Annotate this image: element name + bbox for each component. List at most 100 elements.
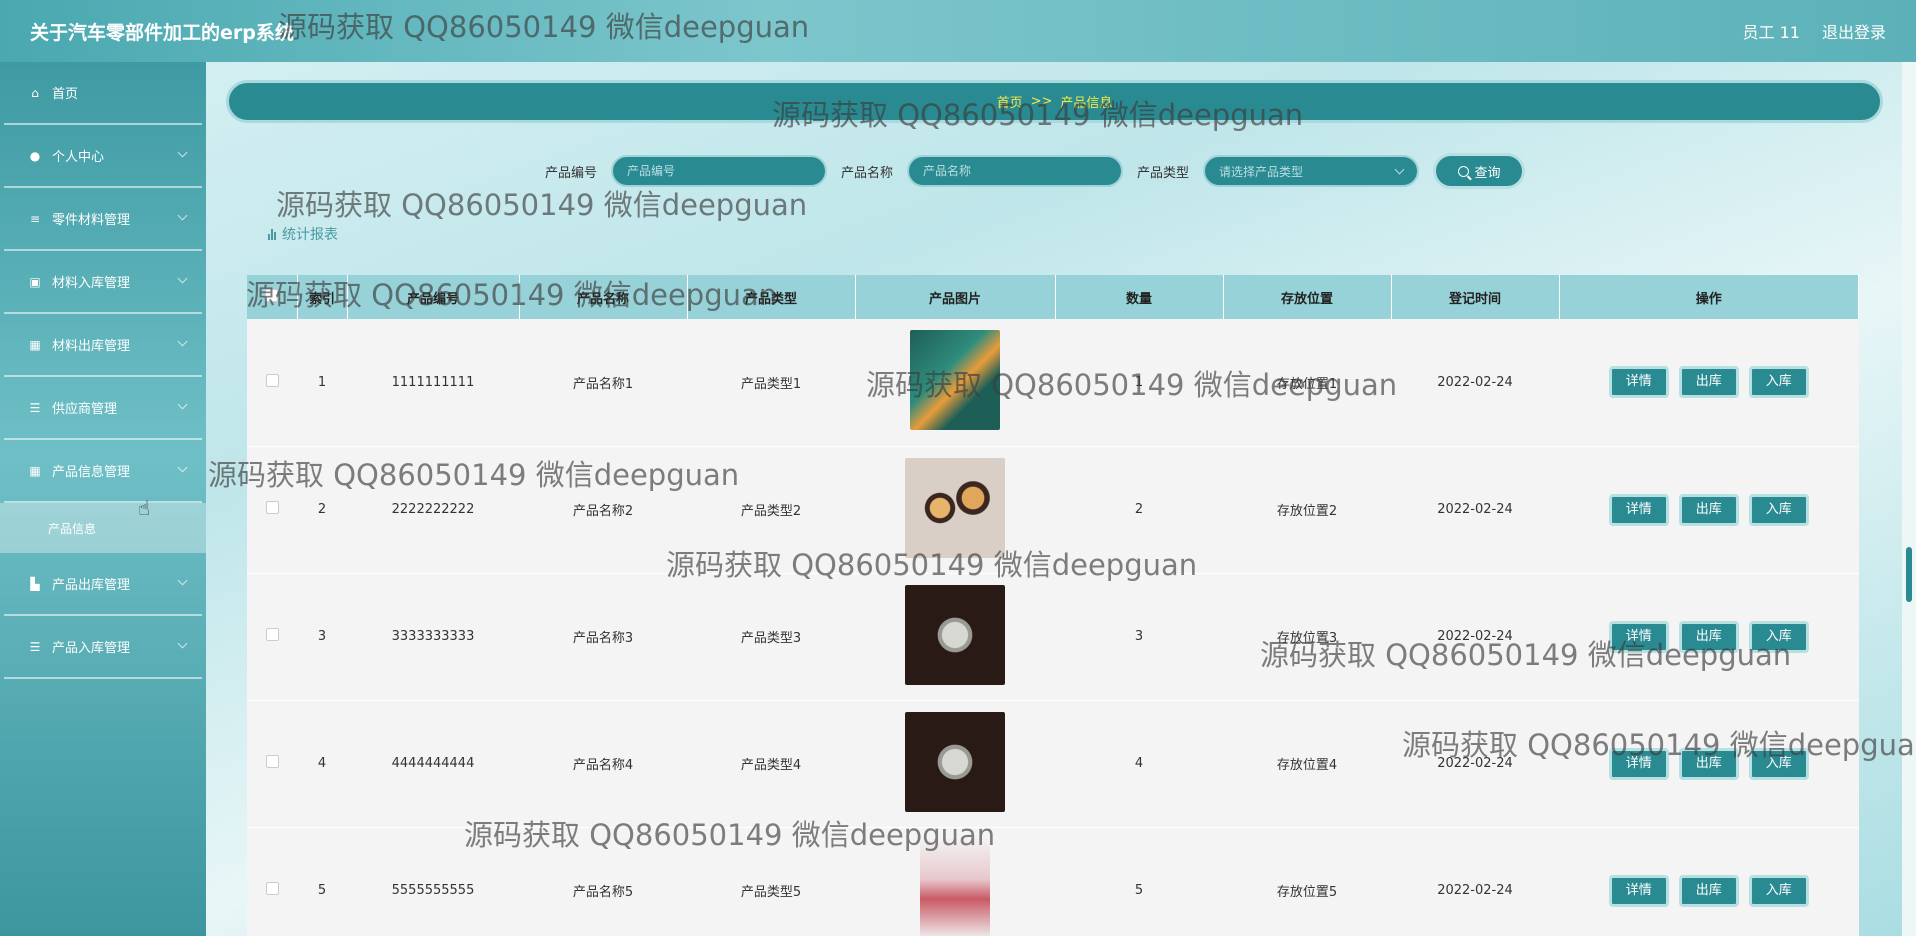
cell-type: 产品类型4 [740, 758, 802, 773]
out-button[interactable]: 出库 [1678, 366, 1739, 399]
table-row: 3 3333333333 产品名称3 产品类型3 3 存放位置3 2022-02… [247, 573, 1859, 700]
sidebar-item-material-in[interactable]: ▣ 材料入库管理 [4, 251, 202, 314]
product-image-watch [905, 584, 1005, 685]
col-type: 产品类型 [687, 275, 856, 319]
cell-date: 2022-02-24 [1437, 756, 1513, 771]
in-button[interactable]: 入库 [1748, 366, 1809, 399]
sidebar-item-parts[interactable]: ≡ 零件材料管理 [4, 188, 202, 251]
row-checkbox[interactable] [265, 628, 279, 641]
product-code-input[interactable] [611, 155, 828, 187]
sidebar-item-label: 材料入库管理 [52, 276, 131, 291]
cell-type: 产品类型5 [740, 885, 802, 900]
breadcrumb: 首页 >> 产品信息 [226, 80, 1883, 123]
query-button[interactable]: 查询 [1433, 153, 1526, 189]
sidebar-item-label: 产品入库管理 [52, 641, 131, 656]
cell-name: 产品名称2 [572, 504, 634, 519]
detail-button[interactable]: 详情 [1608, 620, 1669, 653]
chevron-down-icon [1394, 164, 1405, 174]
col-image: 产品图片 [855, 275, 1056, 319]
product-type-select[interactable]: 请选择产品类型 [1203, 155, 1420, 187]
cell-code: 4444444444 [391, 756, 475, 771]
breadcrumb-home[interactable]: 首页 [997, 92, 1023, 111]
sidebar-item-product-out[interactable]: ▙ 产品出库管理 [4, 553, 202, 616]
sidebar-item-label: 产品信息管理 [52, 465, 131, 480]
sidebar-item-personal[interactable]: ● 个人中心 [4, 125, 202, 188]
row-checkbox[interactable] [265, 501, 279, 514]
sidebar-item-supplier[interactable]: ☰ 供应商管理 [4, 377, 202, 440]
sidebar-item-label: 供应商管理 [52, 402, 118, 417]
search-form: 产品编号 产品名称 产品类型 请选择产品类型 查询 [545, 153, 1526, 189]
product-image-pc-case [920, 838, 990, 936]
cell-location: 存放位置3 [1276, 631, 1338, 646]
user-icon: ● [29, 148, 41, 163]
in-button[interactable]: 入库 [1748, 747, 1809, 780]
top-header: 关于汽车零部件加工的erp系统 员工 11 退出登录 [0, 0, 1916, 62]
row-checkbox[interactable] [265, 882, 279, 895]
table-row: 1 1111111111 产品名称1 产品类型1 1 存放位置1 2022-02… [247, 319, 1859, 446]
query-label: 查询 [1474, 165, 1501, 181]
select-all-checkbox[interactable] [265, 288, 279, 302]
sidebar-item-label: 首页 [52, 87, 79, 102]
out-button[interactable]: 出库 [1678, 620, 1739, 653]
product-image-watch [905, 711, 1005, 812]
chevron-down-icon [177, 638, 188, 649]
col-qty: 数量 [1055, 275, 1224, 319]
sidebar: ⌂ 首页 ● 个人中心 ≡ 零件材料管理 ▣ 材料入库管理 ▦ 材料出库管理 ☰… [0, 62, 206, 936]
sidebar-item-label: 材料出库管理 [52, 339, 131, 354]
table-row: 5 5555555555 产品名称5 产品类型5 5 存放位置5 2022-02… [247, 827, 1859, 936]
cell-location: 存放位置2 [1276, 504, 1338, 519]
cell-qty: 3 [1134, 629, 1144, 644]
table-header-row: 索引 产品编号 产品名称 产品类型 产品图片 数量 存放位置 登记时间 操作 [247, 275, 1859, 319]
cell-index: 3 [317, 629, 327, 644]
cell-date: 2022-02-24 [1437, 883, 1513, 898]
detail-button[interactable]: 详情 [1608, 874, 1669, 907]
chevron-down-icon [177, 273, 188, 284]
col-code: 产品编号 [347, 275, 520, 319]
row-checkbox[interactable] [265, 373, 279, 387]
sidebar-item-label: 个人中心 [52, 150, 105, 165]
out-button[interactable]: 出库 [1678, 493, 1739, 526]
sidebar-item-home[interactable]: ⌂ 首页 [4, 62, 202, 125]
out-button[interactable]: 出库 [1678, 874, 1739, 907]
user-label[interactable]: 员工 11 [1743, 19, 1800, 43]
report-link[interactable]: 统计报表 [268, 224, 338, 244]
search-icon [1457, 165, 1469, 177]
cell-qty: 4 [1134, 756, 1144, 771]
chevron-down-icon [177, 147, 188, 158]
cell-type: 产品类型3 [740, 631, 802, 646]
detail-button[interactable]: 详情 [1608, 366, 1669, 399]
row-checkbox[interactable] [265, 755, 279, 768]
sidebar-item-product-info[interactable]: ▦ 产品信息管理 [4, 440, 202, 503]
out-button[interactable]: 出库 [1678, 747, 1739, 780]
in-button[interactable]: 入库 [1748, 493, 1809, 526]
detail-button[interactable]: 详情 [1608, 747, 1669, 780]
chevron-down-icon [177, 210, 188, 221]
cell-code: 2222222222 [391, 502, 475, 517]
watermark: 源码获取 QQ86050149 微信deepguan [276, 188, 808, 222]
sidebar-item-label: 产品出库管理 [52, 578, 131, 593]
sidebar-subitem-product-info[interactable]: 产品信息 [0, 503, 206, 553]
in-button[interactable]: 入库 [1748, 874, 1809, 907]
col-location: 存放位置 [1223, 275, 1392, 319]
product-image-phone [910, 330, 1000, 431]
logout-button[interactable]: 退出登录 [1822, 19, 1886, 43]
in-button[interactable]: 入库 [1748, 620, 1809, 653]
col-date: 登记时间 [1391, 275, 1560, 319]
bar-chart-icon [268, 228, 276, 240]
home-icon: ⌂ [31, 85, 39, 100]
col-actions: 操作 [1559, 275, 1859, 319]
cell-name: 产品名称5 [572, 885, 634, 900]
scrollbar[interactable] [1902, 62, 1916, 936]
product-name-input[interactable] [907, 155, 1124, 187]
cell-qty: 1 [1134, 374, 1144, 390]
cell-name: 产品名称1 [572, 376, 634, 392]
table-row: 4 4444444444 产品名称4 产品类型4 4 存放位置4 2022-02… [247, 700, 1859, 827]
scrollbar-thumb[interactable] [1906, 547, 1912, 602]
sidebar-item-product-in[interactable]: ☰ 产品入库管理 [4, 616, 202, 679]
cell-index: 5 [317, 883, 327, 898]
detail-button[interactable]: 详情 [1608, 493, 1669, 526]
sidebar-item-material-out[interactable]: ▦ 材料出库管理 [4, 314, 202, 377]
cell-code: 5555555555 [391, 883, 475, 898]
breadcrumb-current: 产品信息 [1060, 96, 1113, 111]
grid-icon: ▦ [29, 463, 41, 478]
